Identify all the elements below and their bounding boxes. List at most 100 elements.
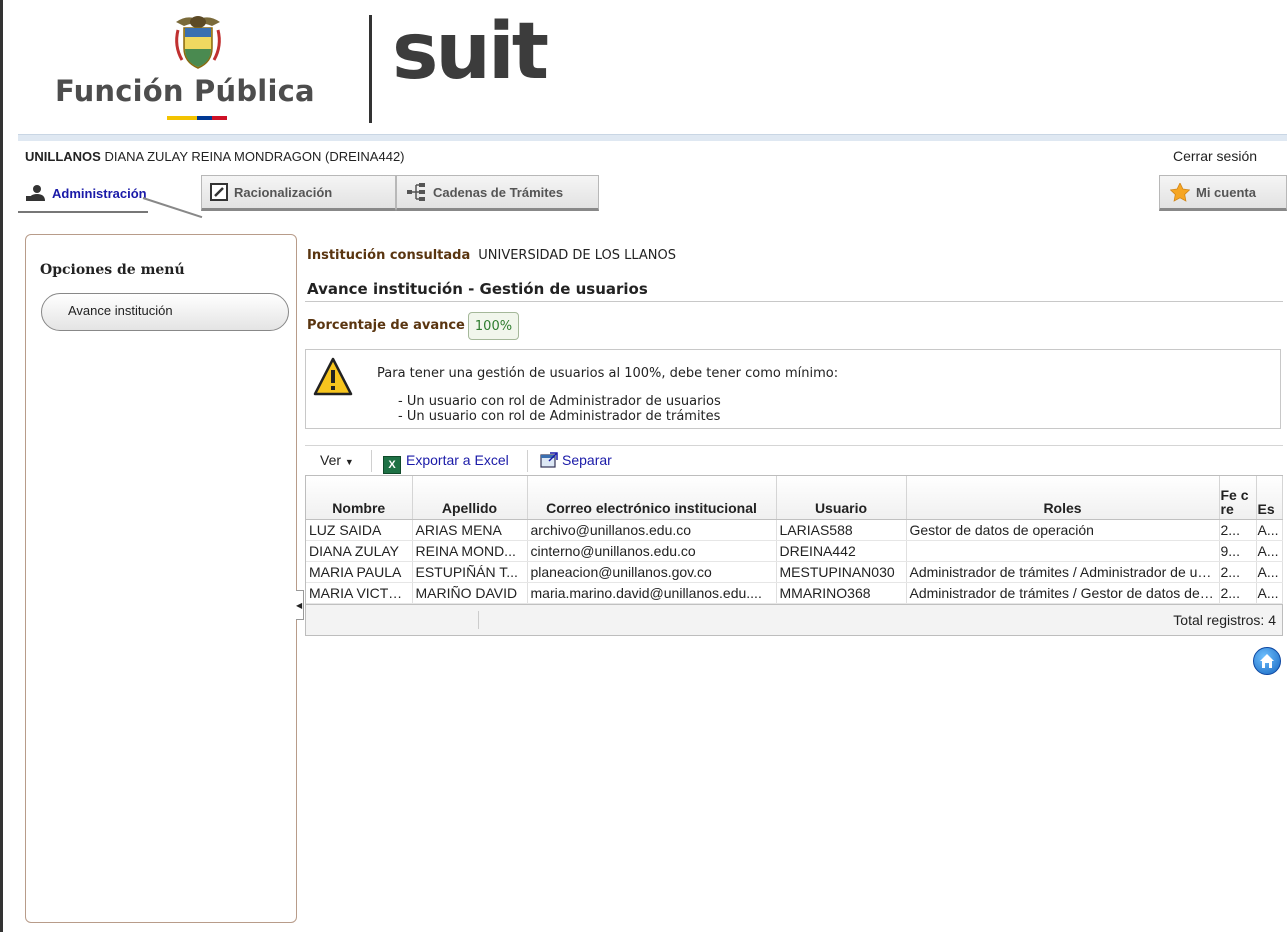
toolbar-separator bbox=[527, 450, 528, 472]
cell-usuario: MMARINO368 bbox=[776, 582, 907, 604]
institution-value: UNIVERSIDAD DE LOS LLANOS bbox=[478, 248, 677, 263]
cell-fecha: 2... bbox=[1219, 582, 1257, 604]
tab-racionalizacion-label: Racionalización bbox=[234, 184, 333, 200]
warning-icon bbox=[313, 357, 353, 396]
cell-correo: cinterno@unillanos.edu.co bbox=[527, 540, 777, 562]
tab-cadenas-label: Cadenas de Trámites bbox=[433, 184, 564, 200]
cell-fecha: 9... bbox=[1219, 540, 1257, 562]
cell-roles: Administrador de trámites / Gestor de da… bbox=[906, 582, 1220, 604]
title-divider bbox=[305, 301, 1283, 302]
tab-cadenas[interactable]: Cadenas de Trámites bbox=[396, 175, 599, 211]
top-strip bbox=[18, 134, 1287, 141]
detach-window-icon bbox=[540, 452, 558, 468]
cell-nombre: DIANA ZULAY bbox=[306, 540, 413, 562]
session-user-info: UNILLANOS DIANA ZULAY REINA MONDRAGON (D… bbox=[25, 149, 405, 164]
user-admin-icon bbox=[26, 185, 45, 201]
cell-usuario: MESTUPINAN030 bbox=[776, 561, 907, 583]
excel-icon: X bbox=[383, 456, 401, 474]
cell-estado: A... bbox=[1256, 561, 1283, 583]
funcion-publica-text: Función Pública bbox=[55, 74, 315, 108]
page-title: Avance institución - Gestión de usuarios bbox=[307, 280, 648, 298]
cell-roles bbox=[906, 540, 1220, 562]
cell-roles: Gestor de datos de operación bbox=[906, 519, 1220, 541]
tab-mi-cuenta-label: Mi cuenta bbox=[1196, 184, 1256, 200]
session-user: DIANA ZULAY REINA MONDRAGON (DREINA442) bbox=[104, 149, 405, 164]
cell-fecha: 2... bbox=[1219, 519, 1257, 541]
cell-nombre: MARIA PAULA bbox=[306, 561, 413, 583]
column-header-roles[interactable]: Roles bbox=[906, 476, 1220, 520]
export-excel-label: Exportar a Excel bbox=[406, 452, 509, 468]
notice-text: Para tener una gestión de usuarios al 10… bbox=[377, 366, 839, 381]
table-row[interactable]: MARIA VICTO... MARIÑO DAVID maria.marino… bbox=[306, 582, 1283, 604]
tab-racionalizacion[interactable]: Racionalización bbox=[201, 175, 396, 211]
detach-button[interactable]: Separar bbox=[540, 452, 612, 468]
cell-nombre: MARIA VICTO... bbox=[306, 582, 413, 604]
table-header-row: Nombre Apellido Correo electrónico insti… bbox=[306, 476, 1283, 520]
caret-down-icon: ▼ bbox=[344, 457, 354, 467]
cell-estado: A... bbox=[1256, 540, 1283, 562]
column-header-fecha-creacion[interactable]: Fe cre bbox=[1219, 476, 1257, 520]
tab-baseline bbox=[18, 211, 148, 213]
star-icon bbox=[1170, 182, 1190, 202]
funcion-publica-logo: Función Pública bbox=[55, 12, 345, 127]
tab-mi-cuenta[interactable]: Mi cuenta bbox=[1159, 175, 1287, 211]
requirements-notice: Para tener una gestión de usuarios al 10… bbox=[305, 349, 1281, 429]
sidebar-title: Opciones de menú bbox=[40, 262, 185, 278]
users-grid: Nombre Apellido Correo electrónico insti… bbox=[305, 475, 1283, 636]
coat-of-arms-icon bbox=[175, 16, 221, 69]
tab-slant bbox=[142, 197, 203, 219]
view-menu-button[interactable]: Ver ▼ bbox=[320, 452, 354, 468]
cell-estado: A... bbox=[1256, 519, 1283, 541]
institution-line: Institución consultada UNIVERSIDAD DE LOS… bbox=[307, 248, 676, 263]
cell-estado: A... bbox=[1256, 582, 1283, 604]
column-header-estado[interactable]: Es bbox=[1256, 476, 1283, 520]
suit-logo: suit bbox=[392, 7, 549, 97]
table-row[interactable]: LUZ SAIDA ARIAS MENA archivo@unillanos.e… bbox=[306, 519, 1283, 541]
tab-administracion[interactable]: Administración bbox=[18, 175, 203, 219]
edit-icon bbox=[210, 183, 228, 201]
cell-roles: Administrador de trámites / Administrado… bbox=[906, 561, 1220, 583]
notice-item: - Un usuario con rol de Administrador de… bbox=[398, 409, 721, 424]
view-menu-label: Ver bbox=[320, 452, 342, 468]
institution-label: Institución consultada bbox=[307, 248, 471, 263]
export-excel-button[interactable]: X Exportar a Excel bbox=[383, 452, 509, 474]
notice-list: - Un usuario con rol de Administrador de… bbox=[398, 394, 721, 424]
column-header-usuario[interactable]: Usuario bbox=[776, 476, 907, 520]
hierarchy-icon bbox=[407, 183, 425, 201]
logout-link[interactable]: Cerrar sesión bbox=[1173, 148, 1257, 164]
cell-correo: maria.marino.david@unillanos.edu.... bbox=[527, 582, 777, 604]
users-table: Nombre Apellido Correo electrónico insti… bbox=[306, 476, 1283, 604]
grid-toolbar: Ver ▼ X Exportar a Excel Separar bbox=[305, 445, 1283, 476]
table-row[interactable]: MARIA PAULA ESTUPIÑÁN T... planeacion@un… bbox=[306, 561, 1283, 583]
grid-footer: Total registros: 4 bbox=[306, 604, 1282, 635]
cell-usuario: LARIAS588 bbox=[776, 519, 907, 541]
column-header-apellido[interactable]: Apellido bbox=[412, 476, 528, 520]
total-records: Total registros: 4 bbox=[1173, 612, 1276, 628]
cell-usuario: DREINA442 bbox=[776, 540, 907, 562]
cell-fecha: 2... bbox=[1219, 561, 1257, 583]
progress-label: Porcentaje de avance bbox=[307, 318, 465, 333]
cell-correo: archivo@unillanos.edu.co bbox=[527, 519, 777, 541]
progress-badge: 100% bbox=[468, 312, 519, 340]
home-button[interactable] bbox=[1253, 647, 1281, 675]
column-header-correo[interactable]: Correo electrónico institucional bbox=[527, 476, 777, 520]
footer-divider bbox=[478, 611, 479, 629]
cell-correo: planeacion@unillanos.gov.co bbox=[527, 561, 777, 583]
cell-apellido: REINA MOND... bbox=[412, 540, 528, 562]
colombia-flag-stripe bbox=[167, 116, 227, 120]
sidebar-menu: Opciones de menú Avance institución bbox=[25, 234, 297, 923]
sidebar-item-avance-institucion[interactable]: Avance institución bbox=[41, 293, 289, 331]
session-org: UNILLANOS bbox=[25, 149, 101, 164]
home-icon bbox=[1260, 654, 1274, 668]
cell-apellido: ARIAS MENA bbox=[412, 519, 528, 541]
cell-apellido: ESTUPIÑÁN T... bbox=[412, 561, 528, 583]
table-row[interactable]: DIANA ZULAY REINA MOND... cinterno@unill… bbox=[306, 540, 1283, 562]
column-header-nombre[interactable]: Nombre bbox=[306, 476, 413, 520]
window-left-border bbox=[0, 0, 3, 932]
notice-item: - Un usuario con rol de Administrador de… bbox=[398, 394, 721, 409]
toolbar-separator bbox=[371, 450, 372, 472]
detach-label: Separar bbox=[562, 452, 612, 468]
sidebar-collapse-handle[interactable] bbox=[296, 590, 304, 621]
logo-divider bbox=[369, 15, 372, 123]
cell-nombre: LUZ SAIDA bbox=[306, 519, 413, 541]
